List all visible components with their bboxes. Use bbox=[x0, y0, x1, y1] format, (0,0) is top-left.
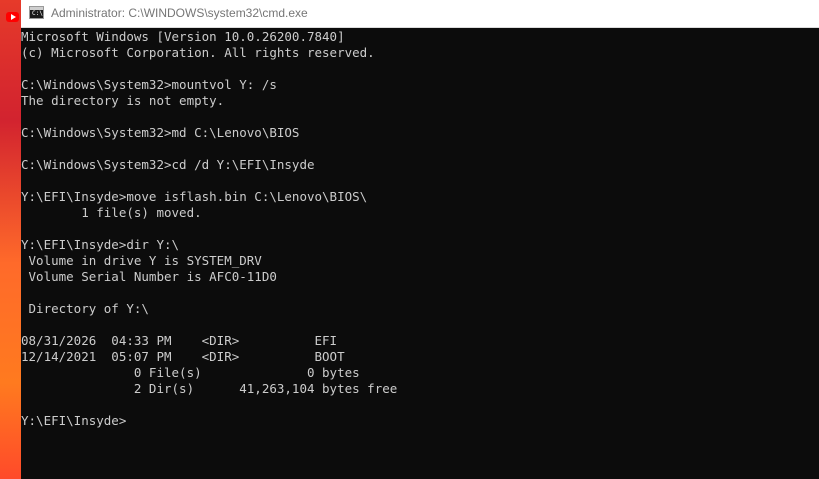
console-line: 2 Dir(s) 41,263,104 bytes free bbox=[21, 381, 398, 396]
console-line: Y:\EFI\Insyde> bbox=[21, 413, 127, 428]
console-line: Y:\EFI\Insyde>move isflash.bin C:\Lenovo… bbox=[21, 189, 368, 204]
console-line: The directory is not empty. bbox=[21, 93, 225, 108]
console-line: 12/14/2021 05:07 PM <DIR> BOOT bbox=[21, 349, 345, 364]
console-line: (c) Microsoft Corporation. All rights re… bbox=[21, 45, 375, 60]
cmd-console-icon: C:\ bbox=[29, 6, 44, 19]
console-line: Microsoft Windows [Version 10.0.26200.78… bbox=[21, 29, 345, 44]
desktop-wallpaper bbox=[0, 0, 21, 479]
console-line: Directory of Y:\ bbox=[21, 301, 149, 316]
console-line: Volume in drive Y is SYSTEM_DRV bbox=[21, 253, 262, 268]
youtube-icon[interactable] bbox=[6, 12, 19, 22]
console-line: C:\Windows\System32>md C:\Lenovo\BIOS bbox=[21, 125, 300, 140]
console-output[interactable]: Microsoft Windows [Version 10.0.26200.78… bbox=[21, 28, 819, 479]
console-line: Y:\EFI\Insyde>dir Y:\ bbox=[21, 237, 180, 252]
window-title: Administrator: C:\WINDOWS\system32\cmd.e… bbox=[51, 6, 308, 20]
console-line: Volume Serial Number is AFC0-11D0 bbox=[21, 269, 277, 284]
console-line: C:\Windows\System32>cd /d Y:\EFI\Insyde bbox=[21, 157, 315, 172]
cmd-window[interactable]: C:\ Administrator: C:\WINDOWS\system32\c… bbox=[21, 0, 819, 479]
console-line: 0 File(s) 0 bytes bbox=[21, 365, 360, 380]
console-line: C:\Windows\System32>mountvol Y: /s bbox=[21, 77, 277, 92]
console-line: 1 file(s) moved. bbox=[21, 205, 202, 220]
title-bar[interactable]: C:\ Administrator: C:\WINDOWS\system32\c… bbox=[21, 0, 819, 28]
console-line: 08/31/2026 04:33 PM <DIR> EFI bbox=[21, 333, 338, 348]
